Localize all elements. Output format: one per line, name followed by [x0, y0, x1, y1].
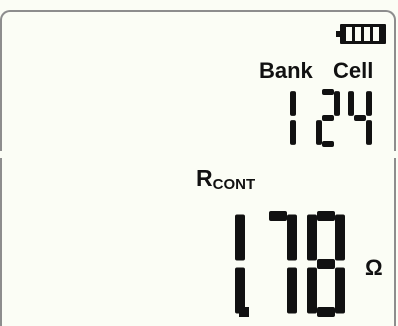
bottom-panel-right-edge	[394, 158, 396, 326]
segment-e	[316, 120, 322, 145]
lcd-screen: Bank Cell 1 24 RCONT 1.78 Ω	[0, 0, 398, 326]
resistance-value-display	[235, 211, 345, 317]
cell-value-text: 24	[0, 0, 1, 1]
segment-c	[366, 120, 372, 145]
bank-value-display	[290, 91, 296, 145]
digit-4	[348, 91, 372, 145]
digit-7	[269, 211, 297, 314]
segment-g	[322, 115, 334, 121]
ohm-unit-label: Ω	[365, 255, 383, 280]
rcont-label: RCONT	[196, 165, 256, 193]
segment-f	[307, 214, 317, 261]
rcont-label-main: R	[196, 165, 213, 191]
segment-b	[334, 91, 340, 116]
segment-a	[317, 211, 335, 221]
segment-f	[348, 91, 354, 116]
segment-b	[290, 91, 296, 116]
digit-2	[316, 89, 340, 147]
resistance-value-text: 1.78	[0, 0, 1, 1]
segment-b	[235, 214, 245, 261]
segment-a	[269, 211, 287, 221]
segment-e	[307, 267, 317, 314]
decimal-point	[239, 307, 249, 317]
bank-value-text: 1	[0, 0, 1, 1]
cell-value-display	[316, 89, 372, 147]
segment-d	[322, 141, 334, 147]
rcont-label-sub: CONT	[212, 176, 256, 193]
segment-c	[290, 120, 296, 145]
segment-a	[322, 89, 334, 95]
segment-b	[335, 214, 345, 261]
digit-8	[307, 211, 345, 317]
segment-c	[235, 267, 245, 314]
battery-full-icon	[336, 24, 386, 44]
cell-label: Cell	[333, 58, 374, 83]
segment-b	[366, 91, 372, 116]
segment-g	[354, 115, 366, 121]
bank-label: Bank	[259, 58, 313, 83]
segment-b	[287, 214, 297, 261]
segment-c	[287, 267, 297, 314]
digit-1	[235, 214, 245, 314]
digit-1	[290, 91, 296, 145]
segment-g	[317, 259, 335, 269]
segment-c	[335, 267, 345, 314]
segment-d	[317, 307, 335, 317]
